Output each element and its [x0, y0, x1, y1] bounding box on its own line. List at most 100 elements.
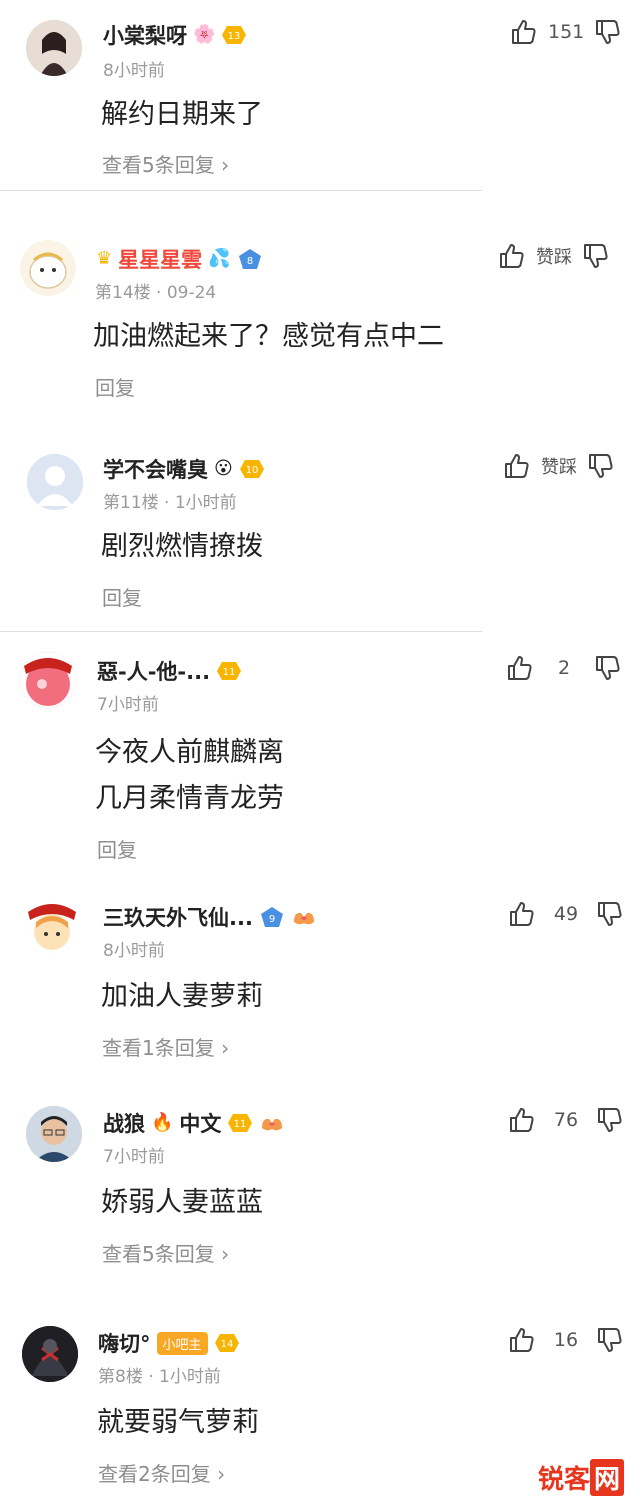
reply-link[interactable]: 回复: [95, 372, 135, 401]
vote-actions: 16: [508, 1326, 624, 1354]
divider: [0, 190, 482, 191]
thumbs-down-icon[interactable]: [587, 452, 615, 480]
comment-time: 8小时前: [103, 61, 165, 81]
level-badge-icon: 9: [259, 906, 285, 928]
view-replies-link[interactable]: 查看1条回复 ›: [102, 1032, 229, 1061]
like-count: 16: [553, 1329, 579, 1351]
view-replies-link[interactable]: 查看2条回复 ›: [98, 1458, 225, 1487]
comment-text: 剧烈燃情撩拨: [101, 531, 263, 562]
avatar[interactable]: [22, 1326, 78, 1382]
username[interactable]: 星星星雲: [118, 244, 202, 274]
vote-actions: 49: [508, 900, 624, 928]
user-name-row: 嗨切° 小吧主 14: [98, 1328, 240, 1358]
avatar[interactable]: [26, 1106, 82, 1162]
username[interactable]: 学不会嘴臭: [103, 454, 208, 484]
user-name-row: 小棠梨呀 🌸 13: [103, 20, 247, 50]
watermark-text: 锐客: [537, 1465, 590, 1495]
like-count: 76: [553, 1109, 579, 1131]
thumbs-up-icon[interactable]: [506, 654, 534, 682]
username-suffix[interactable]: 中文: [179, 1108, 221, 1138]
level-badge-icon: 11: [227, 1112, 253, 1134]
comment-time: 7小时前: [103, 1147, 165, 1167]
comment-item: ♛ 星星星雲 💦 8 第14楼 · 09-24 加油燃起来了？感觉有点中二 回复…: [0, 226, 640, 416]
thumbs-up-icon[interactable]: [510, 18, 538, 46]
like-label: 赞踩: [536, 247, 572, 268]
thumbs-up-icon[interactable]: [508, 900, 536, 928]
level-number: 8: [246, 256, 252, 267]
thumbs-down-icon[interactable]: [594, 654, 622, 682]
vote-actions: 151: [510, 18, 622, 46]
thumbs-down-icon[interactable]: [582, 242, 610, 270]
fire-emoji-icon: 🔥: [151, 1112, 174, 1133]
thumbs-up-icon[interactable]: [503, 452, 531, 480]
moderator-badge: 小吧主: [156, 1331, 208, 1355]
level-badge-icon: 14: [214, 1332, 240, 1354]
thumbs-down-icon[interactable]: [596, 900, 624, 928]
avatar[interactable]: [24, 898, 80, 954]
user-name-row: 三玖天外飞仙... 9: [103, 902, 317, 932]
comment-floor-time: 第14楼 · 09-24: [95, 283, 217, 303]
thumbs-down-icon[interactable]: [596, 1326, 624, 1354]
heart-hands-badge-icon: [291, 906, 317, 928]
comment-text: 娇弱人妻蓝蓝: [101, 1187, 263, 1218]
level-number: 13: [228, 31, 241, 42]
level-badge-icon: 8: [237, 248, 263, 270]
level-badge-icon: 10: [239, 458, 265, 480]
like-label: 赞踩: [541, 457, 577, 478]
vote-actions: 2: [506, 654, 622, 682]
thumbs-up-icon[interactable]: [508, 1106, 536, 1134]
level-number: 9: [269, 914, 275, 925]
user-name-row: ♛ 星星星雲 💦 8: [96, 244, 263, 274]
level-number: 10: [245, 465, 258, 476]
comment-floor-time: 第8楼 · 1小时前: [98, 1367, 221, 1387]
level-number: 11: [234, 1119, 247, 1130]
vote-actions: 赞踩: [503, 452, 615, 480]
username[interactable]: 战狼: [103, 1108, 145, 1138]
comment-text: 加油人妻萝莉: [101, 981, 263, 1012]
thumbs-up-icon[interactable]: [508, 1326, 536, 1354]
view-replies-link[interactable]: 查看5条回复 ›: [102, 1238, 229, 1267]
level-badge-icon: 13: [221, 24, 247, 46]
thumbs-down-icon[interactable]: [596, 1106, 624, 1134]
comment-item: 战狼 🔥 中文 11 7小时前 娇弱人妻蓝蓝 查看5条回复 › 76: [0, 1098, 640, 1288]
level-number: 14: [220, 1339, 233, 1350]
like-count: 2: [557, 657, 571, 679]
avatar[interactable]: [27, 454, 83, 510]
comment-text-line-1: 今夜人前麒麟离: [95, 737, 284, 768]
comment-floor-time: 第11楼 · 1小时前: [103, 493, 237, 513]
comment-item: 学不会嘴臭 😮 10 第11楼 · 1小时前 剧烈燃情撩拨 回复 赞踩: [0, 440, 640, 630]
crown-icon: ♛: [96, 248, 113, 269]
flower-emoji-icon: 🌸: [193, 24, 216, 45]
avatar[interactable]: [26, 20, 82, 76]
view-replies-link[interactable]: 查看5条回复 ›: [102, 149, 229, 178]
reply-link[interactable]: 回复: [97, 834, 137, 863]
user-name-row: 惡-人-他-... 11: [97, 656, 242, 686]
comment-item: 惡-人-他-... 11 7小时前 今夜人前麒麟离 几月柔情青龙劳 回复 2: [0, 644, 640, 864]
avatar[interactable]: [20, 240, 76, 296]
reply-link[interactable]: 回复: [102, 582, 142, 611]
sweat-drops-emoji-icon: 💦: [208, 248, 231, 269]
watermark-box-text: 网: [589, 1459, 624, 1496]
level-number: 11: [223, 667, 236, 678]
thumbs-up-icon[interactable]: [498, 242, 526, 270]
comment-item: 三玖天外飞仙... 9 8小时前 加油人妻萝莉 查看1条回复 › 49: [0, 890, 640, 1080]
comment-text-line-2: 几月柔情青龙劳: [95, 783, 284, 814]
like-count: 49: [553, 903, 579, 925]
comment-time: 7小时前: [97, 695, 159, 715]
level-badge-icon: 11: [216, 660, 242, 682]
surprised-face-icon: 😮: [214, 458, 233, 479]
avatar[interactable]: [20, 652, 76, 708]
username[interactable]: 惡-人-他-...: [97, 656, 210, 686]
like-count: 151: [548, 21, 585, 43]
comment-item: 小棠梨呀 🌸 13 8小时前 解约日期来了 查看5条回复 › 151: [0, 0, 640, 190]
site-watermark-logo: 锐客网: [538, 1459, 624, 1496]
comment-time: 8小时前: [103, 941, 165, 961]
thumbs-down-icon[interactable]: [594, 18, 622, 46]
heart-hands-badge-icon: [259, 1112, 285, 1134]
username[interactable]: 小棠梨呀: [103, 20, 187, 50]
vote-actions: 赞踩: [498, 242, 610, 270]
user-name-row: 战狼 🔥 中文 11: [103, 1108, 285, 1138]
comment-text: 就要弱气萝莉: [97, 1407, 259, 1438]
username[interactable]: 嗨切°: [98, 1328, 151, 1358]
username[interactable]: 三玖天外飞仙...: [103, 902, 253, 932]
